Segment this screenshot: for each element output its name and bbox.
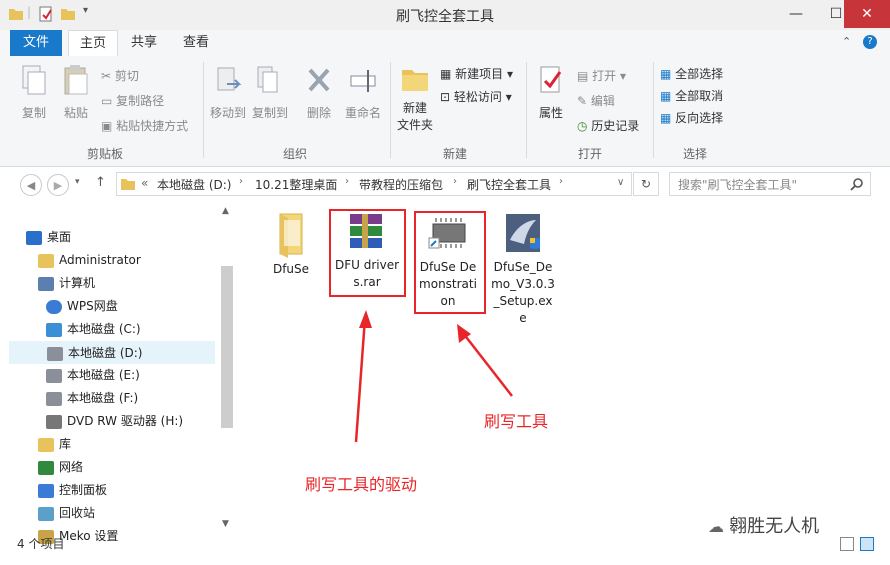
annotation-label-driver: 刷写工具的驱动 [305,475,418,494]
item-count: 4 个项目 [17,537,65,551]
details-view-icon[interactable] [840,537,854,551]
annotation-arrows [354,310,513,443]
large-icons-view-icon[interactable] [860,537,874,551]
arrow-head-icon [359,310,372,328]
annotation-arrow-tool [462,332,513,397]
watermark: ☁ 翱胜无人机 [708,512,819,538]
wechat-icon: ☁ [708,517,730,536]
annotation-label-tool: 刷写工具 [484,412,549,431]
status-bar: 4 个项目 [0,537,890,565]
annotation-arrow-driver [354,317,367,443]
watermark-text: 翱胜无人机 [729,516,820,537]
